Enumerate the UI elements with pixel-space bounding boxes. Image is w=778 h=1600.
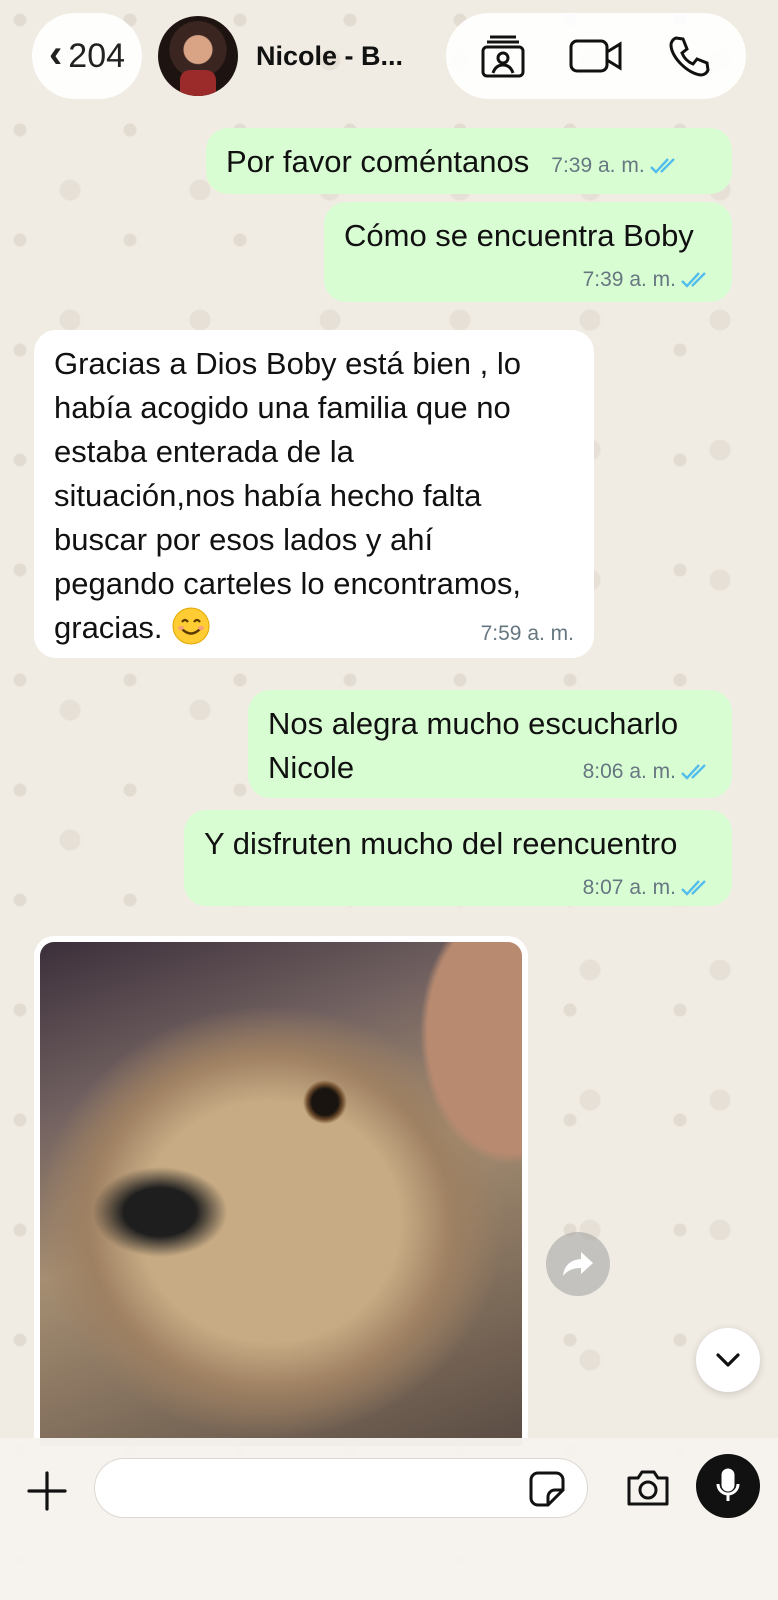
message-line: Nos alegra mucho escucharlo xyxy=(268,706,679,741)
chevron-left-icon: ‹ xyxy=(48,31,63,76)
message-line: Gracias a Dios Boby está bien , lo xyxy=(54,346,521,381)
message-meta: 8:06 a. m. xyxy=(583,750,712,794)
message-bubble-image[interactable] xyxy=(34,936,528,1446)
message-line: había acogido una familia que no xyxy=(54,390,511,425)
message-line: gracias. xyxy=(54,610,163,645)
message-input[interactable] xyxy=(94,1458,588,1518)
message-bubble-outgoing[interactable]: Y disfruten mucho del reencuentro 8:07 a… xyxy=(184,810,732,906)
message-line: buscar por esos lados y ahí xyxy=(54,522,434,557)
chat-header: ‹ 204 Nicole - B... xyxy=(0,0,778,112)
message-meta: 7:39 a. m. xyxy=(344,258,712,302)
message-line: Nicole xyxy=(268,750,355,785)
back-button[interactable]: ‹ 204 xyxy=(32,13,142,99)
phone-icon[interactable] xyxy=(661,28,717,84)
sticker-icon xyxy=(529,1471,565,1507)
message-meta: 7:59 a. m. xyxy=(481,612,574,656)
message-bubble-outgoing[interactable]: Por favor coméntanos 7:39 a. m. xyxy=(206,128,732,194)
message-time: 7:39 a. m. xyxy=(551,154,645,177)
plus-icon xyxy=(27,1471,67,1511)
scroll-to-bottom-button[interactable] xyxy=(696,1328,760,1392)
double-check-icon xyxy=(681,764,706,780)
message-line: estaba enterada de la xyxy=(54,434,354,469)
smiling-face-emoji-icon xyxy=(172,607,210,645)
double-check-icon xyxy=(649,158,675,174)
message-text: Por favor coméntanos xyxy=(226,144,530,179)
microphone-button[interactable] xyxy=(696,1454,760,1518)
unread-count: 204 xyxy=(68,36,126,75)
message-bubble-outgoing[interactable]: Cómo se encuentra Boby 7:39 a. m. xyxy=(324,202,732,302)
camera-button[interactable] xyxy=(620,1462,676,1514)
message-text: Cómo se encuentra Boby xyxy=(344,218,694,253)
contact-card-icon[interactable] xyxy=(475,28,531,84)
microphone-icon xyxy=(716,1468,740,1501)
message-bubble-incoming[interactable]: Gracias a Dios Boby está bien , lo había… xyxy=(34,330,594,658)
message-meta: 7:39 a. m. xyxy=(551,144,680,188)
attach-button[interactable] xyxy=(22,1466,72,1516)
sticker-button[interactable] xyxy=(526,1468,568,1510)
message-time: 8:06 a. m. xyxy=(582,760,676,783)
message-line: pegando carteles lo encontramos, xyxy=(54,566,522,601)
double-check-icon xyxy=(681,272,706,288)
message-bubble-outgoing[interactable]: Nos alegra mucho escucharlo Nicole 8:06 … xyxy=(248,690,732,798)
double-check-icon xyxy=(681,880,706,896)
contact-name[interactable]: Nicole - B... xyxy=(256,41,416,72)
dog-photo[interactable] xyxy=(40,942,522,1446)
message-time: 7:39 a. m. xyxy=(582,268,676,291)
message-line: situación,nos había hecho falta xyxy=(54,478,482,513)
message-time: 7:59 a. m. xyxy=(480,622,574,645)
message-meta: 8:07 a. m. xyxy=(204,866,712,910)
avatar[interactable] xyxy=(158,16,238,96)
camera-icon xyxy=(627,1470,669,1506)
chevron-down-icon xyxy=(716,1353,740,1367)
message-text: Y disfruten mucho del reencuentro xyxy=(204,826,678,861)
forward-icon xyxy=(563,1252,593,1276)
message-time: 8:07 a. m. xyxy=(582,876,676,899)
video-camera-icon[interactable] xyxy=(568,28,624,84)
composer-bar xyxy=(0,1438,778,1600)
header-actions xyxy=(446,13,746,99)
forward-button[interactable] xyxy=(546,1232,610,1296)
